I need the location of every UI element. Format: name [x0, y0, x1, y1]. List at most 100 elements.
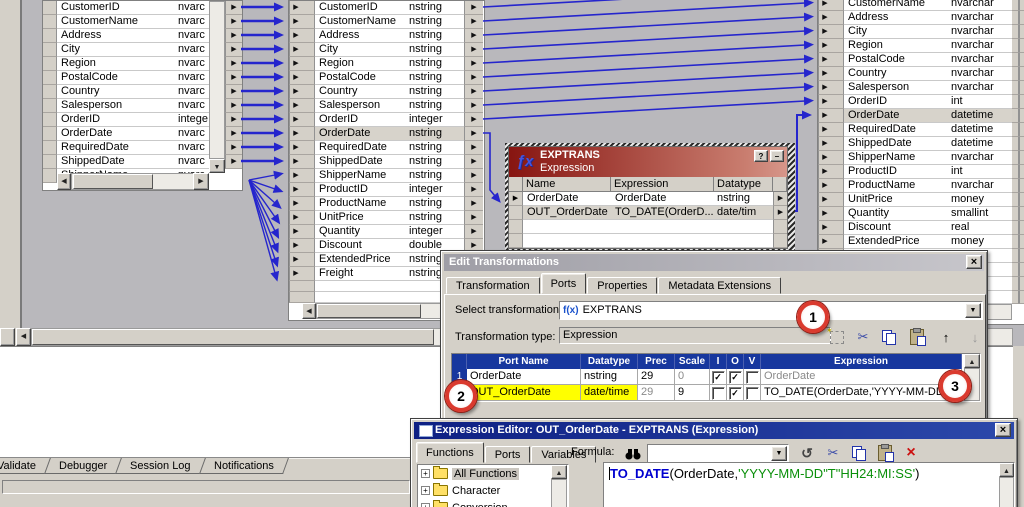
tab-functions[interactable]: Functions [416, 442, 484, 463]
output-connector[interactable]: ▶ [464, 85, 483, 99]
output-connector[interactable]: ▶ [225, 71, 242, 85]
input-connector[interactable]: ▶ [289, 197, 302, 211]
output-connector[interactable]: ▶ [1019, 221, 1024, 235]
output-connector[interactable]: ▶ [464, 169, 483, 183]
output-connector[interactable]: ▶ [1019, 165, 1024, 179]
exptrans-titlebar[interactable]: ƒx EXPTRANS Expression ? – [509, 147, 787, 177]
scroll-right-button[interactable]: ▶ [193, 173, 209, 190]
expand-icon[interactable]: + [421, 486, 430, 495]
scroll-up-button[interactable]: ▲ [999, 463, 1014, 477]
output-connector[interactable]: ▶ [464, 225, 483, 239]
output-connector[interactable]: ▶ [225, 99, 242, 113]
cut-icon[interactable]: ✂ [853, 328, 873, 346]
scrollbar-thumb[interactable] [317, 304, 421, 318]
output-connector[interactable]: ▶ [225, 141, 242, 155]
input-connector[interactable]: ▶ [289, 155, 302, 169]
move-down-icon[interactable]: ↓ [965, 328, 985, 346]
output-connector[interactable]: ▶ [225, 85, 242, 99]
input-connector[interactable]: ▶ [289, 267, 302, 281]
tab-ports[interactable]: Ports [541, 273, 587, 294]
output-connector[interactable]: ▶ [1019, 179, 1024, 193]
checkbox-variable[interactable] [746, 387, 759, 400]
close-icon[interactable]: × [995, 423, 1011, 437]
output-connector[interactable]: ▶ [464, 29, 483, 43]
source-definition-table[interactable]: CustomerIDnvarc▶CustomerNamenvarc▶Addres… [42, 0, 243, 191]
output-connector[interactable]: ▶ [1019, 0, 1024, 11]
help-button[interactable]: ? [754, 150, 768, 162]
output-connector[interactable]: ▶ [1019, 25, 1024, 39]
scrollbar-thumb[interactable] [73, 174, 153, 189]
input-connector[interactable]: ▶ [818, 0, 831, 11]
tab-properties[interactable]: Properties [587, 277, 657, 294]
input-connector[interactable]: ▶ [289, 15, 302, 29]
output-connector[interactable]: ▶ [225, 43, 242, 57]
scrollbar-thumb[interactable] [32, 329, 434, 345]
input-connector[interactable]: ▶ [818, 123, 831, 137]
tab-metadata-extensions[interactable]: Metadata Extensions [658, 277, 781, 294]
scroll-up-button[interactable]: ▲ [964, 354, 980, 368]
new-port-icon[interactable] [827, 328, 847, 346]
output-connector[interactable]: ▶ [1019, 193, 1024, 207]
expand-icon[interactable]: + [421, 503, 430, 507]
tree-item-all-functions[interactable]: +All Functions [418, 465, 568, 482]
input-connector[interactable]: ▶ [289, 99, 302, 113]
input-connector[interactable]: ▶ [289, 183, 302, 197]
scrollbar-corner[interactable] [0, 328, 15, 346]
output-connector[interactable]: ▶ [225, 29, 242, 43]
input-connector[interactable]: ▶ [289, 85, 302, 99]
cut-icon[interactable]: ✂ [823, 444, 843, 462]
copy-icon[interactable] [879, 328, 899, 346]
scroll-left-button[interactable]: ◀ [16, 328, 31, 346]
output-connector[interactable]: ▶ [464, 127, 483, 141]
scroll-down-button[interactable]: ▼ [209, 159, 225, 173]
formula-input[interactable]: TO_DATE(OrderDate,'YYYY-MM-DD"T"HH24:MI:… [603, 462, 1015, 507]
exptrans-window[interactable]: ƒx EXPTRANS Expression ? – NameExpressio… [505, 143, 795, 252]
tab-ports[interactable]: Ports [485, 446, 531, 463]
input-connector[interactable]: ▶ [818, 235, 831, 249]
tree-item-character[interactable]: +Character [418, 482, 568, 499]
output-connector[interactable]: ▶ [1019, 39, 1024, 53]
input-connector[interactable]: ▶ [818, 25, 831, 39]
output-connector[interactable]: ▶ [1019, 81, 1024, 95]
input-connector[interactable]: ▶ [289, 169, 302, 183]
output-connector[interactable]: ▶ [225, 57, 242, 71]
input-connector[interactable]: ▶ [818, 137, 831, 151]
output-tab-session-log[interactable]: Session Log [115, 458, 205, 474]
output-connector[interactable]: ▶ [1019, 67, 1024, 81]
clear-icon[interactable]: × [901, 444, 921, 462]
input-connector[interactable]: ▶ [818, 221, 831, 235]
output-connector[interactable]: ▶ [464, 211, 483, 225]
input-connector[interactable]: ▶ [818, 193, 831, 207]
dialog-titlebar[interactable]: Expression Editor: OUT_OrderDate - EXPTR… [414, 422, 1014, 439]
input-connector[interactable]: ▶ [818, 81, 831, 95]
paste-icon[interactable] [907, 328, 927, 346]
input-connector[interactable]: ▶ [289, 225, 302, 239]
output-connector[interactable]: ▶ [773, 192, 787, 206]
output-connector[interactable]: ▶ [464, 1, 483, 15]
scroll-left-button[interactable]: ◀ [302, 303, 316, 319]
output-connector[interactable]: ▶ [225, 155, 242, 169]
formula-search-combo[interactable]: ▼ [647, 444, 789, 463]
input-connector[interactable]: ▶ [289, 211, 302, 225]
output-connector[interactable]: ▶ [225, 113, 242, 127]
input-connector[interactable]: ▶ [289, 127, 302, 141]
tree-item-conversion[interactable]: +Conversion [418, 499, 568, 507]
input-connector[interactable]: ▶ [289, 253, 302, 267]
input-connector[interactable]: ▶ [818, 165, 831, 179]
checkbox-output[interactable]: ✓ [729, 371, 742, 384]
output-tab-validate[interactable]: Validate [0, 458, 51, 474]
select-transformation-combo[interactable]: f(x)EXPTRANS ▼ [559, 301, 983, 320]
output-connector[interactable]: ▶ [464, 99, 483, 113]
vertical-scrollbar[interactable] [551, 479, 567, 507]
output-connector[interactable]: ▶ [464, 15, 483, 29]
scroll-up-button[interactable]: ▲ [551, 465, 567, 479]
output-connector[interactable]: ▶ [225, 15, 242, 29]
function-tree[interactable]: +All Functions+Character+Conversion ▲ [417, 464, 569, 507]
output-connector[interactable]: ▶ [1019, 123, 1024, 137]
input-connector[interactable]: ▶ [289, 141, 302, 155]
checkbox-input[interactable]: ✓ [712, 371, 725, 384]
input-connector[interactable]: ▶ [289, 57, 302, 71]
output-connector[interactable]: ▶ [464, 71, 483, 85]
input-connector[interactable]: ▶ [289, 29, 302, 43]
output-connector[interactable]: ▶ [464, 57, 483, 71]
